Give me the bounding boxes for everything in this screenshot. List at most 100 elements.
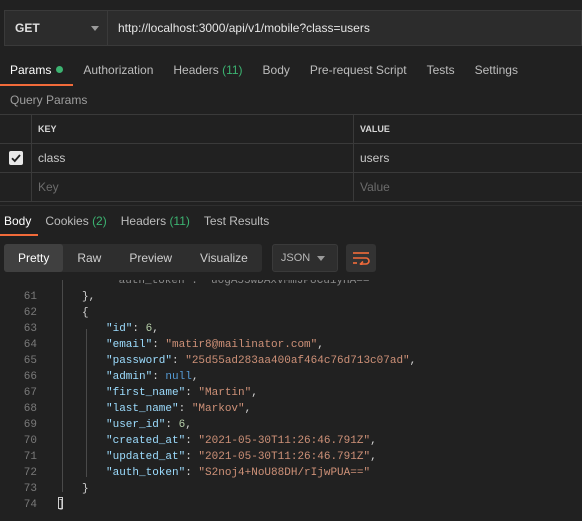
code-text: "updated_at": "2021-05-30T11:26:46.791Z"… <box>106 449 377 465</box>
response-tab-test-results[interactable]: Test Results <box>197 206 276 236</box>
line-number: 67 <box>23 387 37 399</box>
code-line: 66 "admin": null, <box>0 369 582 385</box>
header-checkbox-cell <box>0 115 32 143</box>
line-number: 63 <box>23 323 37 335</box>
json-comma: , <box>185 419 192 431</box>
caret-down-icon <box>316 256 325 261</box>
json-value: "Markov" <box>191 403 245 415</box>
response-tab-headers-label: Headers <box>120 214 167 228</box>
code-line: 69 "user_id": 6, <box>0 417 582 433</box>
tab-body[interactable]: Body <box>253 56 300 84</box>
query-params-title: Query Params <box>10 93 88 107</box>
table-header-row: KEY VALUE <box>0 115 582 144</box>
code-line: 65 "password": "25d55ad283aa400af464c76d7… <box>0 353 582 369</box>
json-value: "2021-05-30T11:26:46.791Z" <box>198 451 371 463</box>
tab-body-label: Body <box>262 63 290 77</box>
table-row: class users <box>0 144 582 173</box>
json-colon: : <box>185 451 199 463</box>
tab-authorization[interactable]: Authorization <box>73 56 163 84</box>
code-text: "id": 6, <box>106 321 159 337</box>
line-number: 70 <box>23 435 37 447</box>
wrap-lines-icon <box>352 252 370 265</box>
response-tab-test-results-label: Test Results <box>203 214 270 228</box>
code-line: 62 { <box>0 305 582 321</box>
line-number: 69 <box>23 419 37 431</box>
code-text: "email": "matir8@mailinator.com", <box>106 337 324 353</box>
json-key: "created_at" <box>106 435 186 447</box>
json-value: null <box>165 371 192 383</box>
json-colon: : <box>172 355 186 367</box>
code-text: "first_name": "Martin", <box>106 385 258 401</box>
response-body-code[interactable]: "auth_token": "u0gA55wDAxvMmJP8Cu1yHA=="… <box>0 280 582 521</box>
response-tab-cookies-label: Cookies <box>45 214 89 228</box>
view-preview-button[interactable]: Preview <box>115 244 186 272</box>
param-enabled-checkbox[interactable] <box>8 151 23 165</box>
tab-params-label: Params <box>10 63 52 77</box>
view-pretty-button[interactable]: Pretty <box>4 244 64 272</box>
checkmark-icon <box>10 154 21 163</box>
param-key-field[interactable]: class <box>32 144 354 172</box>
url-input[interactable]: http://localhost:3000/api/v1/mobile?clas… <box>108 10 582 46</box>
code-line: 68 "last_name": "Markov", <box>0 401 582 417</box>
code-line: 74] <box>0 497 582 513</box>
response-tab-headers[interactable]: Headers (11) <box>114 206 197 236</box>
json-key: "updated_at" <box>106 451 186 463</box>
view-mode-group: Pretty Raw Preview Visualize <box>4 244 262 272</box>
json-key: "email" <box>106 339 153 351</box>
param-value: users <box>360 151 390 165</box>
code-line: 70 "created_at": "2021-05-30T11:26:46.791… <box>0 433 582 449</box>
tab-headers[interactable]: Headers (11) <box>163 56 252 84</box>
code-text: "last_name": "Markov", <box>106 401 251 417</box>
code-text: }, <box>82 291 96 303</box>
code-partial-text: "auth_token": "u0gA55wDAxvMmJP8Cu1yHA==" <box>112 280 377 287</box>
json-key: "last_name" <box>106 403 179 415</box>
code-text: "admin": null, <box>106 369 198 385</box>
line-number: 71 <box>23 451 37 463</box>
http-method-label: GET <box>15 21 40 35</box>
line-number: 65 <box>23 355 37 367</box>
json-key: "id" <box>106 323 133 335</box>
tab-authorization-label: Authorization <box>83 63 154 77</box>
tab-pre-request-script-label: Pre-request Script <box>309 63 407 77</box>
line-number: 68 <box>23 403 37 415</box>
wrap-lines-button[interactable] <box>345 244 376 272</box>
new-param-value-input[interactable]: Value <box>354 173 582 201</box>
line-number: 72 <box>23 467 37 479</box>
param-key: class <box>38 151 66 165</box>
json-value: "25d55ad283aa400af464c76d713c07ad" <box>185 355 410 367</box>
json-bracket: ] <box>58 499 65 511</box>
tab-settings[interactable]: Settings <box>465 56 528 84</box>
new-param-key-input[interactable]: Key <box>32 173 354 201</box>
table-row-new: Key Value <box>0 173 582 202</box>
row-checkbox-cell-empty <box>0 173 32 201</box>
tab-params[interactable]: Params <box>0 56 74 86</box>
json-value: "S2noj4+NoU88DH/rIjwPUA==" <box>198 467 371 479</box>
response-toolbar: Pretty Raw Preview Visualize JSON <box>4 244 376 272</box>
param-value-field[interactable]: users <box>354 144 582 172</box>
tab-tests[interactable]: Tests <box>417 56 465 84</box>
http-method-select[interactable]: GET <box>4 10 108 46</box>
tab-pre-request-script[interactable]: Pre-request Script <box>300 56 417 84</box>
code-text: { <box>82 307 89 319</box>
caret-down-icon <box>91 26 99 31</box>
format-select[interactable]: JSON <box>271 244 338 272</box>
column-header-key: KEY <box>32 115 354 143</box>
json-comma: , <box>191 371 199 383</box>
column-header-value: VALUE <box>360 124 390 134</box>
json-value: "matir8@mailinator.com" <box>165 339 318 351</box>
response-tab-body-label: Body <box>4 214 32 228</box>
code-line: 71 "updated_at": "2021-05-30T11:26:46.791… <box>0 449 582 465</box>
json-key: "first_name" <box>106 387 186 399</box>
code-line: 67 "first_name": "Martin", <box>0 385 582 401</box>
tab-headers-label: Headers <box>173 63 219 77</box>
response-tabs: Body Cookies (2) Headers (11) Test Resul… <box>0 205 582 236</box>
view-raw-button[interactable]: Raw <box>63 244 115 272</box>
code-line: 72 "auth_token": "S2noj4+NoU88DH/rIjwPUA=… <box>0 465 582 481</box>
json-comma: , <box>244 403 252 415</box>
response-tab-cookies[interactable]: Cookies (2) <box>38 206 113 236</box>
line-number: 62 <box>23 307 37 319</box>
code-text: "user_id": 6, <box>106 417 192 433</box>
json-comma: , <box>317 339 324 351</box>
view-visualize-button[interactable]: Visualize <box>186 244 262 272</box>
response-tab-body[interactable]: Body <box>0 206 39 236</box>
